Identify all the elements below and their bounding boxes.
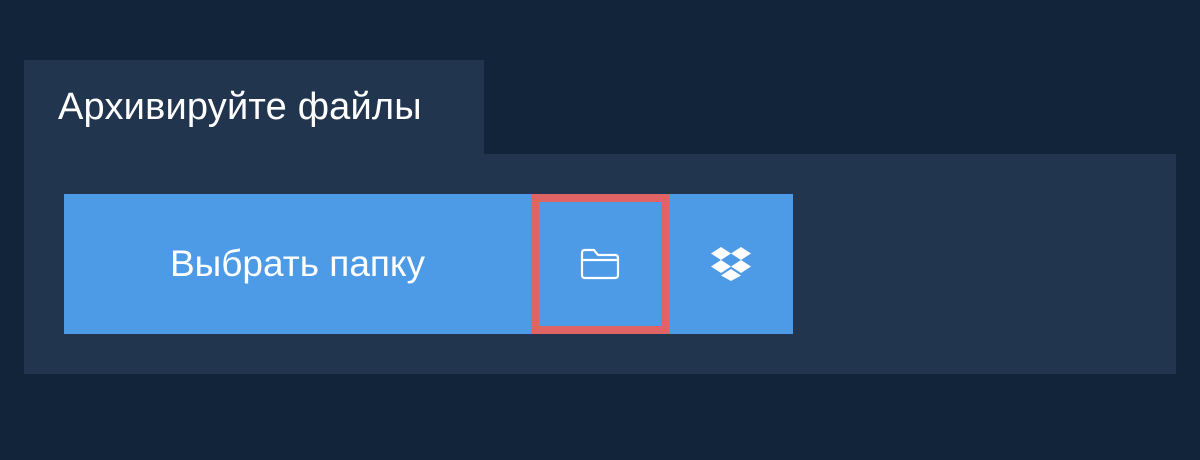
archive-files-tab[interactable]: Архивируйте файлы [24, 60, 484, 154]
dropbox-button[interactable] [669, 194, 793, 334]
dropbox-icon [710, 246, 752, 282]
folder-icon [580, 248, 620, 280]
choose-folder-label: Выбрать папку [169, 243, 426, 284]
folder-picker-button[interactable] [531, 194, 669, 334]
tab-title: Архивируйте файлы [58, 85, 422, 128]
choose-folder-button[interactable]: Выбрать папку [64, 194, 531, 334]
